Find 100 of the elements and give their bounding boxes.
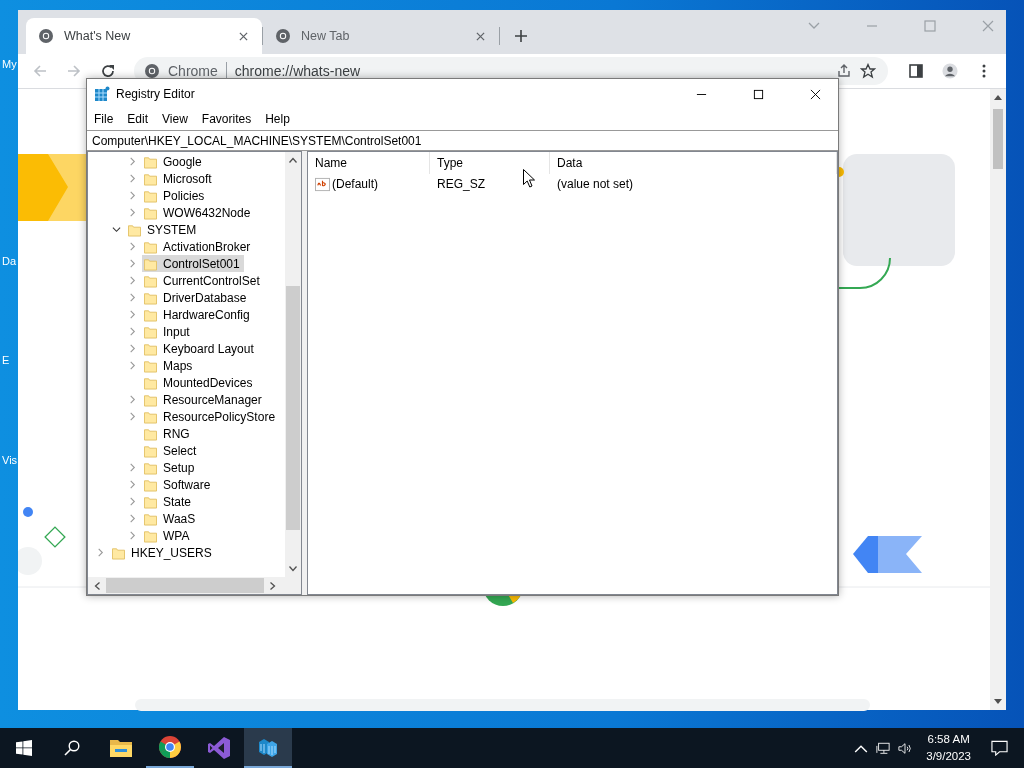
clock-date[interactable]: 3/9/2023 — [926, 748, 971, 765]
tree-item[interactable]: Google — [142, 153, 206, 170]
tree-item[interactable]: MountedDevices — [142, 374, 257, 391]
tree-item[interactable]: Maps — [142, 357, 197, 374]
scroll-up-icon[interactable] — [289, 157, 297, 163]
tree-item[interactable]: RNG — [142, 425, 194, 442]
windows-start-icon[interactable] — [16, 740, 32, 756]
browser-tab[interactable]: New Tab — [263, 18, 499, 54]
column-header[interactable]: Data — [550, 152, 837, 174]
tree-item[interactable]: WPA — [142, 527, 194, 544]
folder-icon — [144, 290, 157, 305]
menu-item[interactable]: Help — [258, 112, 297, 126]
folder-icon — [144, 171, 157, 186]
chevron-right-icon[interactable] — [128, 191, 137, 200]
tab-search-icon[interactable] — [808, 22, 820, 30]
side-panel-icon[interactable] — [908, 63, 924, 79]
volume-icon[interactable] — [898, 741, 913, 755]
tree-item[interactable]: WOW6432Node — [142, 204, 255, 221]
chevron-right-icon[interactable] — [128, 395, 137, 404]
share-icon[interactable] — [836, 63, 852, 79]
scroll-down-icon[interactable] — [289, 566, 297, 572]
chevron-right-icon[interactable] — [96, 548, 105, 557]
notification-icon[interactable] — [991, 740, 1008, 756]
browser-tab[interactable]: What's New — [26, 18, 262, 54]
reload-icon[interactable] — [100, 63, 116, 79]
chevron-right-icon[interactable] — [128, 276, 137, 285]
tree-item[interactable]: Policies — [142, 187, 209, 204]
scroll-down-icon[interactable] — [994, 699, 1002, 705]
tree-item[interactable]: Microsoft — [142, 170, 216, 187]
chevron-right-icon[interactable] — [128, 480, 137, 489]
star-icon[interactable] — [860, 63, 876, 79]
string-value-icon — [315, 176, 330, 192]
tree-item[interactable]: Keyboard Layout — [142, 340, 258, 357]
scroll-right-icon[interactable] — [270, 581, 276, 590]
folder-icon — [144, 256, 157, 271]
chevron-right-icon[interactable] — [128, 310, 137, 319]
tree-item[interactable]: SYSTEM — [126, 221, 201, 238]
tree-item[interactable]: ActivationBroker — [142, 238, 255, 255]
tree-item[interactable]: ResourceManager — [142, 391, 266, 408]
folder-icon — [144, 460, 157, 475]
tree-item[interactable]: DriverDatabase — [142, 289, 251, 306]
folder-icon — [144, 307, 157, 322]
tree-item[interactable]: ResourcePolicyStore — [142, 408, 280, 425]
menu-item[interactable]: Favorites — [194, 112, 259, 126]
chevron-right-icon[interactable] — [128, 531, 137, 540]
menu-item[interactable]: Edit — [120, 112, 156, 126]
folder-icon — [144, 443, 157, 458]
dot-shape — [23, 507, 33, 517]
chevron-right-icon[interactable] — [128, 293, 137, 302]
folder-icon — [144, 154, 157, 169]
tree-item[interactable]: HKEY_USERS — [110, 544, 216, 561]
column-header[interactable]: Name — [308, 152, 430, 174]
address-field[interactable]: Computer\HKEY_LOCAL_MACHINE\SYSTEM\ControlSet001 — [87, 130, 838, 151]
scroll-thumb[interactable] — [286, 286, 300, 530]
chevron-right-icon[interactable] — [128, 361, 137, 370]
tree-item[interactable]: Input — [142, 323, 194, 340]
forward-icon[interactable] — [66, 63, 82, 79]
tree-item[interactable]: State — [142, 493, 196, 510]
url-text: chrome://whats-new — [234, 63, 361, 79]
chevron-right-icon[interactable] — [128, 514, 137, 523]
back-icon[interactable] — [32, 63, 48, 79]
folder-icon — [144, 341, 157, 356]
chevron-right-icon[interactable] — [128, 327, 137, 336]
folder-icon — [144, 324, 157, 339]
tree-item[interactable]: Select — [142, 442, 201, 459]
scroll-thumb[interactable] — [993, 109, 1003, 169]
taskbar-app[interactable] — [244, 728, 292, 768]
close-icon[interactable] — [810, 88, 821, 100]
search-icon[interactable] — [64, 740, 80, 756]
chevron-right-icon[interactable] — [128, 412, 137, 421]
menu-item[interactable]: File — [87, 112, 121, 126]
network-icon[interactable] — [876, 741, 891, 755]
chevron-right-icon[interactable] — [128, 242, 137, 251]
window-title: Registry Editor — [116, 87, 195, 101]
chevron-down-icon[interactable] — [112, 225, 121, 234]
tree-item[interactable]: WaaS — [142, 510, 200, 527]
scroll-thumb[interactable] — [106, 578, 264, 593]
chevron-right-icon[interactable] — [128, 463, 137, 472]
chevron-right-icon[interactable] — [128, 208, 137, 217]
scroll-up-icon[interactable] — [994, 94, 1002, 100]
tree-item[interactable]: ControlSet001 — [142, 255, 244, 272]
tree-item[interactable]: Setup — [142, 459, 199, 476]
tree-item[interactable]: Software — [142, 476, 215, 493]
value-name: (Default) — [332, 177, 378, 191]
menu-item[interactable]: View — [155, 112, 195, 126]
new-tab-icon[interactable] — [514, 29, 528, 43]
chevron-right-icon[interactable] — [128, 497, 137, 506]
scroll-left-icon[interactable] — [94, 581, 100, 590]
mouse-cursor-icon — [523, 169, 535, 188]
tree-item[interactable]: HardwareConfig — [142, 306, 254, 323]
chevron-right-icon[interactable] — [128, 344, 137, 353]
chevron-right-icon[interactable] — [128, 259, 137, 268]
chevron-right-icon[interactable] — [128, 157, 137, 166]
folder-icon — [144, 511, 157, 526]
maximize-icon[interactable] — [753, 88, 764, 100]
folder-icon — [144, 477, 157, 492]
clock-time[interactable]: 6:58 AM — [927, 731, 970, 748]
tree-item[interactable]: CurrentControlSet — [142, 272, 264, 289]
chevron-right-icon[interactable] — [128, 174, 137, 183]
profile-icon[interactable] — [942, 63, 958, 79]
